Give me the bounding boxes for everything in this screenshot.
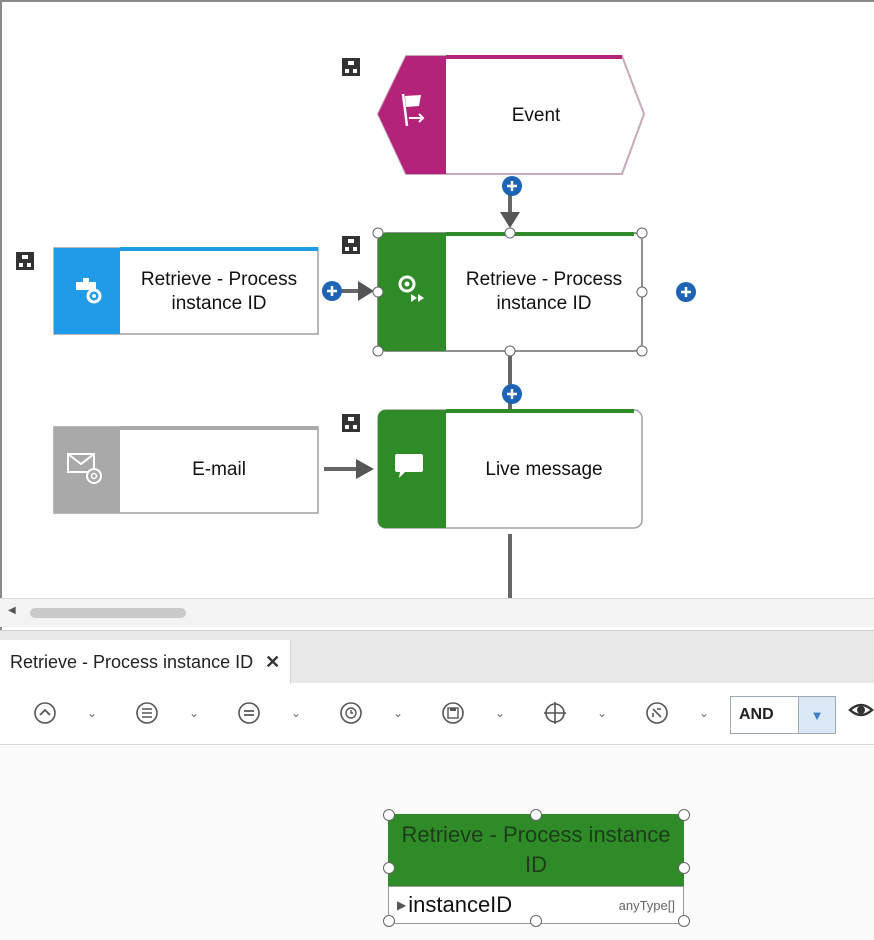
resize-handle[interactable] [383,862,395,874]
live-message-node-label: Live message [485,459,603,480]
visibility-eye-icon[interactable] [848,700,874,726]
logic-operator-value: AND [739,706,774,723]
add-connection-icon[interactable] [322,281,342,301]
logic-operator-select[interactable]: AND ▼ [730,696,836,734]
move-circle-icon[interactable] [644,700,670,726]
chevron-down-icon[interactable]: ⌄ [284,706,308,720]
email-node-label: E-mail [192,459,246,480]
assignment-icon[interactable] [342,58,360,76]
resize-handle[interactable] [383,809,395,821]
scroll-left-arrow-icon[interactable]: ◀ [8,605,16,616]
toolbar-group-5[interactable]: ⌄ [440,700,512,726]
chevron-down-icon[interactable]: ⌄ [488,706,512,720]
mapping-node-retrieve[interactable]: Retrieve - Process instance ID ▶ instanc… [388,814,684,926]
plus-crosshair-icon[interactable] [542,700,568,726]
chevron-down-icon[interactable]: ⌄ [692,706,716,720]
service-node-label: Retrieve - Process instance ID [140,269,298,314]
dropdown-arrow-icon[interactable]: ▼ [798,697,835,733]
field-type: anyType[] [618,897,675,913]
chevron-down-icon[interactable]: ⌄ [80,706,104,720]
tab-retrieve-process-instance-id[interactable]: Retrieve - Process instance ID ✕ [0,640,292,684]
assignment-icon[interactable] [342,236,360,254]
horizontal-scroll-thumb[interactable] [30,608,186,618]
chevron-down-icon[interactable]: ⌄ [182,706,206,720]
expand-arrow-icon[interactable]: ▶ [397,898,406,912]
function-node-label: Retrieve - Process instance ID [465,269,623,314]
resize-handle[interactable] [530,915,542,927]
resize-handle[interactable] [678,809,690,821]
toolbar-group-3[interactable]: ⌄ [236,700,308,726]
add-connection-icon[interactable] [502,176,522,196]
toolbar-group-1[interactable]: ⌄ [32,700,104,726]
toolbar-group-2[interactable]: ⌄ [134,700,206,726]
clock-circle-icon[interactable] [338,700,364,726]
resize-handle[interactable] [678,862,690,874]
list-circle-icon[interactable] [134,700,160,726]
save-circle-icon[interactable] [440,700,466,726]
event-node-label: Event [511,105,561,126]
resize-handle[interactable] [678,915,690,927]
mapping-node-title: Retrieve - Process instance ID [388,814,684,886]
resize-handle[interactable] [530,809,542,821]
resize-handle[interactable] [383,915,395,927]
add-connection-icon[interactable] [502,384,522,404]
add-connection-icon[interactable] [676,282,696,302]
chevron-down-icon[interactable]: ⌄ [590,706,614,720]
assignment-icon[interactable] [342,414,360,432]
assignment-icon[interactable] [16,252,34,270]
chevron-down-icon[interactable]: ⌄ [386,706,410,720]
equals-circle-icon[interactable] [236,700,262,726]
toolbar-group-6[interactable]: ⌄ [542,700,614,726]
chevron-up-circle-icon[interactable] [32,700,58,726]
arrow-right-icon [356,459,374,479]
app-window: Event Retrieve - Process instance ID Ret… [0,0,874,940]
field-name: instanceID [408,892,513,917]
toolbar-group-7[interactable]: ⌄ [644,700,716,726]
process-diagram-canvas[interactable]: Event Retrieve - Process instance ID Ret… [0,0,874,630]
tab-label: Retrieve - Process instance ID [10,651,254,672]
arrow-down-icon [500,212,520,228]
arrow-right-icon [358,281,374,301]
tab-close-icon[interactable]: ✕ [265,652,280,673]
toolbar-group-4[interactable]: ⌄ [338,700,410,726]
